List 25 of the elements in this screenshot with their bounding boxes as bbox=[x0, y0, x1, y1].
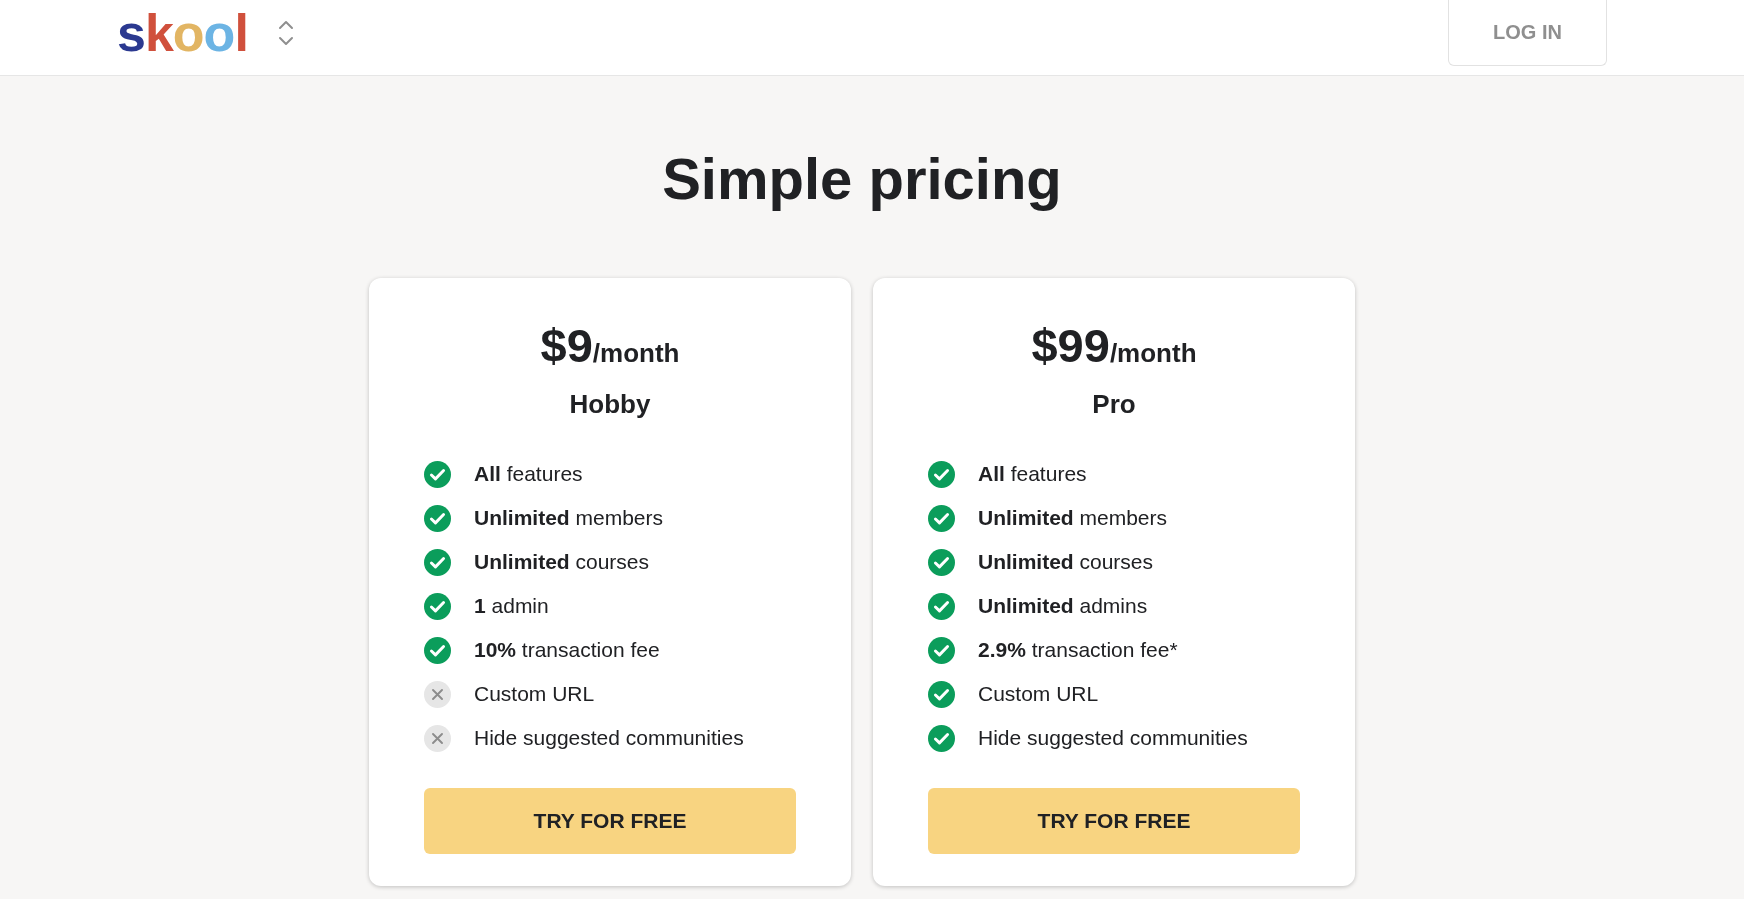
feature-text: Hide suggested communities bbox=[978, 726, 1248, 750]
feature-text: Unlimited courses bbox=[474, 550, 650, 574]
feature-text: All features bbox=[474, 462, 583, 486]
price-period: /month bbox=[1109, 338, 1197, 370]
plan-name: Hobby bbox=[568, 388, 652, 421]
page-title: Simple pricing bbox=[662, 145, 1062, 213]
plan-name: Pro bbox=[1091, 388, 1137, 421]
feature-text: 1 admin bbox=[474, 594, 549, 618]
feature-text: Unlimited members bbox=[474, 506, 664, 530]
try-free-button[interactable]: TRY FOR FREE bbox=[928, 788, 1300, 854]
feature-text: Custom URL bbox=[978, 682, 1099, 706]
feature-text: Unlimited courses bbox=[978, 550, 1154, 574]
feature-text: Unlimited members bbox=[978, 506, 1168, 530]
feature-text: Unlimited admins bbox=[978, 594, 1148, 618]
plan-price: $9 bbox=[540, 318, 593, 374]
try-free-button[interactable]: TRY FOR FREE bbox=[424, 788, 796, 854]
plan-price: $99 bbox=[1031, 318, 1110, 374]
feature-text: 10% transaction fee bbox=[474, 638, 660, 662]
up-down-chevron-icon[interactable] bbox=[277, 20, 294, 46]
feature-text: 2.9% transaction fee* bbox=[978, 638, 1178, 662]
logo-text[interactable]: skool bbox=[117, 7, 248, 59]
feature-text: Hide suggested communities bbox=[474, 726, 744, 750]
feature-text: All features bbox=[978, 462, 1087, 486]
price-period: /month bbox=[592, 338, 680, 370]
feature-text: Custom URL bbox=[474, 682, 595, 706]
